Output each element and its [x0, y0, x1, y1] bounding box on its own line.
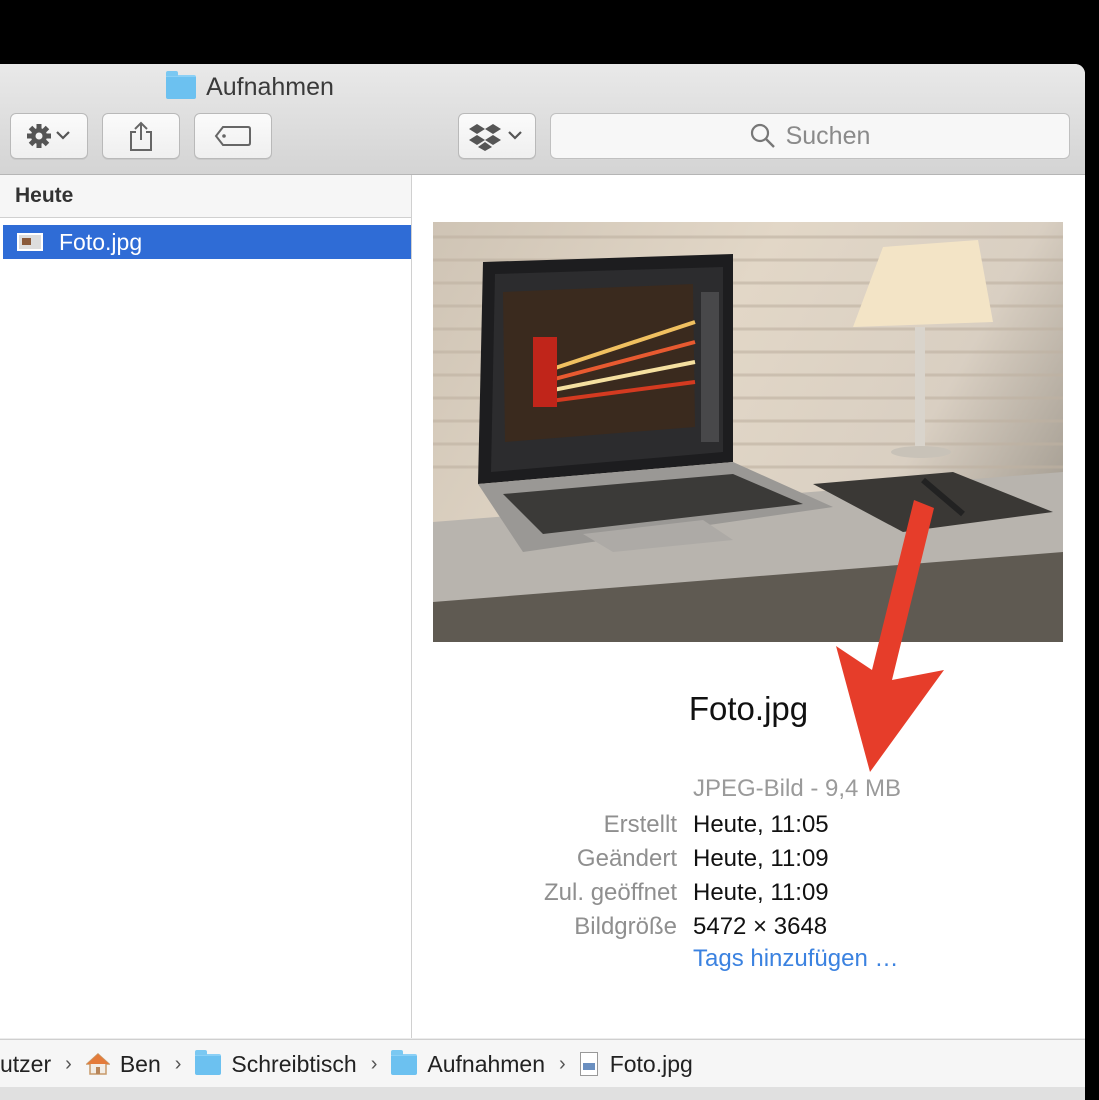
add-tags-link[interactable]: Tags hinzufügen … — [693, 945, 898, 973]
path-item-captures[interactable]: Aufnahmen — [391, 1049, 546, 1078]
meta-label: Erstellt — [603, 811, 677, 838]
action-menu-button[interactable] — [10, 113, 88, 159]
meta-label: Bildgröße — [574, 913, 677, 940]
search-field[interactable]: Suchen — [550, 113, 1070, 159]
file-list: Heute Foto.jpg — [0, 175, 412, 1038]
chevron-right-icon: › — [559, 1052, 566, 1075]
path-bar: utzer › Ben › Schreibtisch › Aufnahmen ›… — [0, 1039, 1085, 1088]
meta-last-opened: Zul. geöffnet Heute, 11:09 — [412, 879, 1085, 913]
list-item[interactable]: Foto.jpg — [3, 225, 411, 259]
laptop-photo — [433, 235, 1063, 642]
meta-label: Geändert — [576, 845, 677, 872]
meta-label: Zul. geöffnet — [544, 879, 677, 906]
chevron-right-icon: › — [65, 1052, 72, 1075]
meta-modified: Geändert Heute, 11:09 — [412, 845, 1085, 879]
folder-icon — [195, 1049, 222, 1075]
gear-icon — [27, 124, 70, 148]
path-item-user[interactable]: utzer — [0, 1051, 51, 1078]
meta-value: 5472 × 3648 — [693, 913, 828, 940]
finder-window: Aufnahmen Suchen Heute Foto.jpg Foto.jpg… — [0, 64, 1085, 1100]
window-title: Aufnahmen — [0, 71, 500, 102]
list-section-header: Heute — [0, 175, 411, 218]
status-bar — [0, 1087, 1085, 1100]
share-button[interactable] — [102, 113, 180, 159]
chevron-down-icon — [56, 131, 70, 140]
chevron-down-icon — [508, 131, 522, 140]
path-label: Ben — [119, 1050, 161, 1077]
home-icon — [85, 1053, 110, 1075]
tag-button[interactable] — [194, 113, 272, 159]
chevron-right-icon: › — [174, 1052, 182, 1075]
path-item-desktop[interactable]: Schreibtisch — [195, 1049, 357, 1078]
image-thumbnail-icon — [17, 233, 43, 251]
meta-value: Heute, 11:09 — [693, 879, 829, 906]
file-kind-size: JPEG-Bild - 9,4 MB — [693, 775, 902, 802]
search-placeholder: Suchen — [785, 121, 871, 150]
meta-dimensions: Bildgröße 5472 × 3648 — [412, 913, 1085, 947]
preview-file-name: Foto.jpg — [688, 690, 809, 727]
dropbox-menu-button[interactable] — [458, 113, 536, 159]
preview-pane: Foto.jpg JPEG-Bild - 9,4 MB Erstellt Heu… — [412, 175, 1085, 1038]
image-preview — [433, 222, 1063, 642]
path-item-home[interactable]: Ben — [85, 1050, 161, 1078]
folder-icon — [166, 71, 197, 99]
tag-icon — [214, 126, 251, 146]
path-label: Schreibtisch — [231, 1050, 357, 1077]
meta-value: Heute, 11:09 — [693, 845, 829, 872]
chevron-right-icon: › — [370, 1052, 378, 1075]
search-icon — [750, 123, 775, 148]
path-item-file[interactable]: Foto.jpg — [579, 1050, 693, 1078]
share-icon — [130, 121, 152, 151]
image-file-icon — [579, 1052, 598, 1076]
file-name: Foto.jpg — [59, 228, 143, 255]
path-label: Aufnahmen — [427, 1050, 546, 1077]
meta-value: Heute, 11:05 — [693, 811, 829, 838]
path-label: utzer — [0, 1050, 52, 1077]
toolbar: Aufnahmen Suchen — [0, 64, 1085, 175]
path-label: Foto.jpg — [609, 1050, 693, 1077]
meta-created: Erstellt Heute, 11:05 — [412, 811, 1085, 845]
dropbox-icon — [469, 124, 522, 151]
folder-icon — [391, 1049, 418, 1075]
window-title-text: Aufnahmen — [206, 72, 334, 101]
